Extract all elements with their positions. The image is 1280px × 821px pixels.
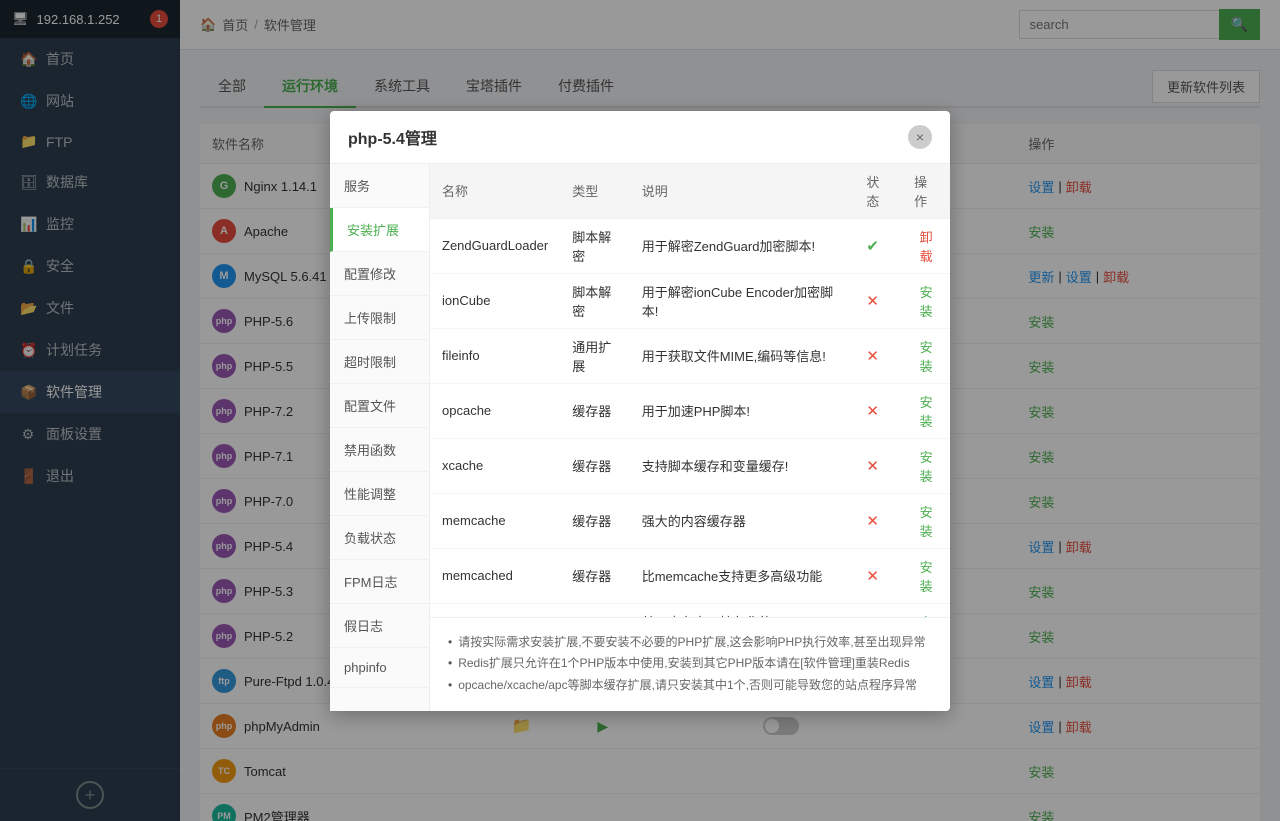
ext-install-button[interactable]: 安装 xyxy=(914,502,938,540)
ext-action-cell: 安装 xyxy=(902,383,950,438)
ext-type: 通用扩展 xyxy=(560,328,629,383)
ext-desc: 基于内存亦可持久化的Key-Value数据库 xyxy=(630,603,855,617)
modal-extension-row: opcache缓存器用于加速PHP脚本! ✕ 安装 xyxy=(430,383,950,438)
modal-sidebar-item[interactable]: 服务 xyxy=(330,164,429,208)
ext-install-button[interactable]: 安装 xyxy=(914,447,938,485)
ext-name: xcache xyxy=(430,438,560,493)
modal-extension-row: redis缓存器基于内存亦可持久化的Key-Value数据库✕安装 xyxy=(430,603,950,617)
modal-table-wrap: 名称 类型 说明 状态 操作 ZendGuardLoader脚本解密用于解密Ze… xyxy=(430,164,950,617)
ext-action-cell: 卸载 xyxy=(902,218,950,273)
modal-content: 名称 类型 说明 状态 操作 ZendGuardLoader脚本解密用于解密Ze… xyxy=(430,164,950,711)
ext-action-cell: 安装 xyxy=(902,548,950,603)
modal-extension-row: fileinfo通用扩展用于获取文件MIME,编码等信息! ✕ 安装 xyxy=(430,328,950,383)
status-x-icon: ✕ xyxy=(866,568,879,585)
status-x-icon: ✕ xyxy=(866,348,879,365)
ext-name: redis xyxy=(430,603,560,617)
status-check-icon: ✔ xyxy=(866,238,879,255)
ext-desc: 支持脚本缓存和变量缓存! xyxy=(630,438,855,493)
modal-extension-row: memcache缓存器强大的内容缓存器 ✕ 安装 xyxy=(430,493,950,548)
ext-type: 脚本解密 xyxy=(560,218,629,273)
status-x-icon: ✕ xyxy=(866,513,879,530)
modal-col-name: 名称 xyxy=(430,164,560,219)
modal-sidebar-item[interactable]: FPM日志 xyxy=(330,560,429,604)
modal-extension-row: ZendGuardLoader脚本解密用于解密ZendGuard加密脚本! ✔ 卸载 xyxy=(430,218,950,273)
modal-title: php-5.4管理 xyxy=(348,125,437,149)
modal-sidebar-item[interactable]: 性能调整 xyxy=(330,472,429,516)
ext-install-button[interactable]: 安装 xyxy=(914,392,938,430)
ext-name: fileinfo xyxy=(430,328,560,383)
ext-desc: 用于加速PHP脚本! xyxy=(630,383,855,438)
modal-sidebar-item[interactable]: 配置文件 xyxy=(330,384,429,428)
modal-col-status: 状态 xyxy=(854,164,902,219)
ext-desc: 用于解密ZendGuard加密脚本! xyxy=(630,218,855,273)
ext-action-cell: 安装 xyxy=(902,493,950,548)
ext-type: 缓存器 xyxy=(560,548,629,603)
status-x-icon: ✕ xyxy=(866,403,879,420)
modal-note: 请按实际需求安装扩展,不要安装不必要的PHP扩展,这会影响PHP执行效率,甚至出… xyxy=(448,632,932,654)
modal-note: opcache/xcache/apc等脚本缓存扩展,请只安装其中1个,否则可能导… xyxy=(448,675,932,697)
ext-type: 缓存器 xyxy=(560,603,629,617)
ext-status: ✕ xyxy=(854,383,902,438)
modal-footer: 请按实际需求安装扩展,不要安装不必要的PHP扩展,这会影响PHP执行效率,甚至出… xyxy=(430,617,950,711)
ext-desc: 比memcache支持更多高级功能 xyxy=(630,548,855,603)
ext-install-button[interactable]: 安装 xyxy=(914,557,938,595)
modal-extension-table: 名称 类型 说明 状态 操作 ZendGuardLoader脚本解密用于解密Ze… xyxy=(430,164,950,617)
modal-sidebar-item[interactable]: 上传限制 xyxy=(330,296,429,340)
modal-overlay[interactable]: php-5.4管理 × 服务安装扩展配置修改上传限制超时限制配置文件禁用函数性能… xyxy=(0,0,1280,821)
ext-status: ✕ xyxy=(854,438,902,493)
status-x-icon: ✕ xyxy=(866,458,879,475)
modal-sidebar-item[interactable]: 假日志 xyxy=(330,604,429,648)
ext-uninstall-button[interactable]: 卸载 xyxy=(914,227,938,265)
ext-name: memcached xyxy=(430,548,560,603)
ext-type: 缓存器 xyxy=(560,383,629,438)
ext-action-cell: 安装 xyxy=(902,328,950,383)
ext-name: ZendGuardLoader xyxy=(430,218,560,273)
ext-type: 缓存器 xyxy=(560,493,629,548)
ext-status: ✕ xyxy=(854,273,902,328)
modal-body: 服务安装扩展配置修改上传限制超时限制配置文件禁用函数性能调整负载状态FPM日志假… xyxy=(330,164,950,711)
ext-status: ✕ xyxy=(854,603,902,617)
modal-header: php-5.4管理 × xyxy=(330,111,950,164)
ext-action-cell: 安装 xyxy=(902,603,950,617)
ext-desc: 强大的内容缓存器 xyxy=(630,493,855,548)
ext-desc: 用于解密ionCube Encoder加密脚本! xyxy=(630,273,855,328)
modal-note: Redis扩展只允许在1个PHP版本中使用,安装到其它PHP版本请在[软件管理]… xyxy=(448,653,932,675)
ext-install-button[interactable]: 安装 xyxy=(914,282,938,320)
modal-sidebar-item[interactable]: 负载状态 xyxy=(330,516,429,560)
modal-sidebar-item[interactable]: 禁用函数 xyxy=(330,428,429,472)
modal-sidebar-item[interactable]: 安装扩展 xyxy=(330,208,429,252)
modal-col-desc: 说明 xyxy=(630,164,855,219)
modal-close-button[interactable]: × xyxy=(908,125,932,149)
modal-extension-row: ionCube脚本解密用于解密ionCube Encoder加密脚本! ✕ 安装 xyxy=(430,273,950,328)
ext-status: ✕ xyxy=(854,493,902,548)
modal-sidebar-item[interactable]: 配置修改 xyxy=(330,252,429,296)
ext-status: ✕ xyxy=(854,548,902,603)
modal-extension-row: xcache缓存器支持脚本缓存和变量缓存! ✕ 安装 xyxy=(430,438,950,493)
ext-type: 缓存器 xyxy=(560,438,629,493)
ext-action-cell: 安装 xyxy=(902,438,950,493)
modal-sidebar: 服务安装扩展配置修改上传限制超时限制配置文件禁用函数性能调整负载状态FPM日志假… xyxy=(330,164,430,711)
ext-name: ionCube xyxy=(430,273,560,328)
ext-status: ✔ xyxy=(854,218,902,273)
ext-name: opcache xyxy=(430,383,560,438)
ext-type: 脚本解密 xyxy=(560,273,629,328)
modal: php-5.4管理 × 服务安装扩展配置修改上传限制超时限制配置文件禁用函数性能… xyxy=(330,111,950,711)
ext-name: memcache xyxy=(430,493,560,548)
ext-action-cell: 安装 xyxy=(902,273,950,328)
modal-col-action: 操作 xyxy=(902,164,950,219)
ext-desc: 用于获取文件MIME,编码等信息! xyxy=(630,328,855,383)
modal-extension-row: memcached缓存器比memcache支持更多高级功能 ✕ 安装 xyxy=(430,548,950,603)
ext-status: ✕ xyxy=(854,328,902,383)
modal-sidebar-item[interactable]: phpinfo xyxy=(330,648,429,688)
modal-sidebar-item[interactable]: 超时限制 xyxy=(330,340,429,384)
ext-install-button[interactable]: 安装 xyxy=(914,337,938,375)
status-x-icon: ✕ xyxy=(866,293,879,310)
modal-col-type: 类型 xyxy=(560,164,629,219)
